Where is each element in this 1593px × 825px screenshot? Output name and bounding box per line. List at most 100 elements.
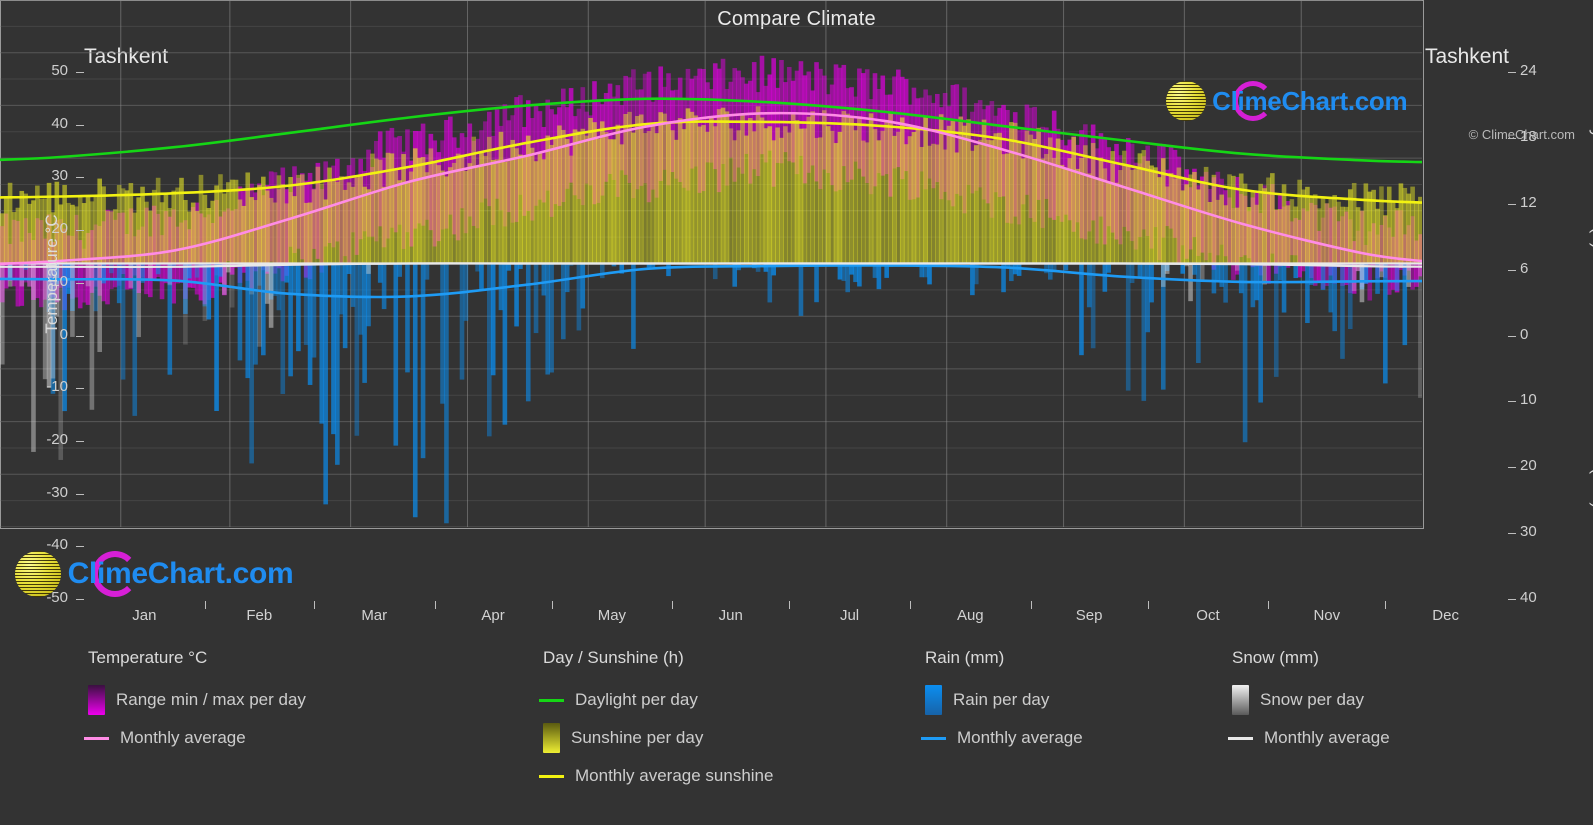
legend-column-title: Day / Sunshine (h) (543, 648, 684, 667)
y-tickmark-left (76, 546, 84, 548)
legend-column-title: Snow (mm) (1232, 648, 1319, 667)
y-axis-title-right-bottom: Rain / Snow (mm) (1589, 371, 1593, 509)
y-tickmark-right (1508, 599, 1516, 600)
y-tickmark-left (76, 72, 84, 73)
x-tickmark (1385, 601, 1387, 609)
climechart-logo-bottom[interactable]: ClimeChart.com (14, 551, 417, 597)
y-axis-title-right-top: Day / Sunshine (h) (1589, 107, 1593, 249)
legend-item[interactable]: Range min / max per day (88, 681, 306, 719)
legend-item[interactable]: Monthly average (921, 719, 1083, 757)
y-tickmark-right (1508, 203, 1516, 205)
legend-item-label: Snow per day (1260, 690, 1364, 709)
x-tick-oct: Oct (1196, 607, 1220, 624)
x-tick-nov: Nov (1313, 607, 1341, 624)
y-tickmark-left (76, 335, 84, 337)
logo-globe-icon (1166, 81, 1207, 121)
y-tickmark-left (76, 493, 84, 495)
y-tick-left: -20 (46, 430, 68, 448)
y-tick-right-bottom: 40 (1520, 589, 1537, 606)
legend-item-label: Monthly average (957, 728, 1083, 747)
y-tick-right-bottom: 10 (1520, 391, 1537, 409)
copyright-text: © ClimeChart.com (1468, 127, 1575, 142)
x-tick-apr: Apr (481, 607, 505, 624)
legend-item-label: Sunshine per day (571, 728, 704, 747)
legend-swatch (1232, 685, 1249, 715)
y-tickmark-right (1508, 401, 1516, 403)
legend-item[interactable]: Monthly average sunshine (539, 757, 774, 795)
legend-column-title: Temperature °C (88, 648, 208, 667)
x-tick-aug: Aug (956, 607, 984, 624)
x-tick-mar: Mar (361, 607, 388, 624)
legend-item[interactable]: Daylight per day (539, 681, 773, 719)
legend-item[interactable]: Monthly average (1228, 719, 1390, 757)
x-tickmark (434, 601, 436, 609)
x-tickmark (551, 601, 553, 609)
climechart-logo-top[interactable]: ClimeChart.com (1166, 81, 1514, 121)
legend-item-label: Range min / max per day (116, 690, 306, 709)
x-tick-feb: Feb (246, 607, 273, 624)
y-tickmark-right (1508, 269, 1516, 271)
legend-item[interactable]: Sunshine per day (543, 719, 773, 757)
x-tick-jan: Jan (132, 607, 157, 624)
y-tickmark-right (1508, 467, 1516, 469)
legend-item-label: Monthly average sunshine (575, 766, 774, 785)
legend-column-snow-mm: Snow (mm) Snow per day Monthly average (1228, 648, 1390, 757)
legend-swatch (925, 685, 942, 715)
x-tickmark (204, 601, 206, 609)
x-tick-jun: Jun (718, 607, 743, 624)
x-tickmark (1147, 601, 1149, 609)
y-tickmark-right (1508, 533, 1516, 535)
legend-line-marker (84, 736, 109, 740)
y-tickmark-left (76, 124, 84, 126)
logo-globe-icon (14, 551, 61, 597)
x-tick-sep: Sep (1075, 607, 1103, 624)
y-tick-right-top: 6 (1520, 259, 1529, 277)
y-axis-title-left: Temperature °C (42, 214, 61, 334)
x-tickmark (672, 601, 674, 609)
y-tickmark-left (76, 388, 84, 390)
legend-line-marker (539, 774, 564, 778)
y-tick-right-bottom: 20 (1520, 457, 1537, 475)
y-tick-right-top: 0 (1520, 325, 1529, 343)
legend-column-title: Rain (mm) (925, 648, 1005, 667)
legend-item[interactable]: Monthly average (84, 719, 306, 757)
climate-chart-page: Compare Climate Tashkent Tashkent 50 40 30… (0, 0, 1593, 825)
legend-column-rain-mm: Rain (mm) Rain per day Monthly average (921, 648, 1083, 757)
y-tickmark-right (1508, 72, 1516, 73)
city-label-right: Tashkent (1424, 45, 1509, 68)
legend-item-label: Monthly average (1264, 728, 1390, 747)
y-tickmark-left (76, 282, 84, 284)
y-tickmark-left (76, 230, 84, 232)
y-tick-left: -30 (46, 483, 68, 501)
logo-text: ClimeChart.com (67, 557, 294, 590)
legend-line-marker (539, 698, 564, 702)
y-tick-left: -10 (46, 378, 68, 396)
x-tick-may: May (597, 607, 627, 624)
y-tick-right-bottom: 30 (1520, 523, 1537, 541)
x-tickmark (1030, 601, 1032, 609)
y-tick-left: -40 (46, 536, 68, 554)
legend-item[interactable]: Rain per day (925, 681, 1083, 719)
x-tickmark (1268, 601, 1270, 609)
chart-plot-area[interactable] (0, 0, 1424, 529)
x-tick-jul: Jul (839, 607, 860, 624)
y-tickmark-left (76, 599, 84, 600)
rain-bars (7, 263, 1408, 524)
y-tickmark-left (76, 440, 84, 442)
x-tickmark (789, 601, 791, 609)
legend-item[interactable]: Snow per day (1232, 681, 1390, 719)
legend-item-label: Monthly average (120, 728, 246, 747)
x-tickmark (909, 601, 911, 609)
legend-swatch (543, 723, 560, 753)
chart-canvas (0, 0, 1422, 527)
x-tickmark (313, 601, 315, 609)
legend-line-marker (1228, 736, 1253, 740)
y-tick-right-top: 24 (1520, 62, 1537, 79)
y-tick-left: 40 (51, 114, 68, 132)
legend-item-label: Daylight per day (575, 690, 698, 709)
logo-text: ClimeChart.com (1212, 85, 1408, 116)
legend-column-day-sunshine-h: Day / Sunshine (h) Daylight per day Sunshi… (539, 648, 774, 795)
legend-swatch (88, 685, 105, 715)
legend-column-temperature-c: Temperature °C Range min / max per day Mon… (84, 648, 306, 757)
x-tick-dec: Dec (1432, 607, 1459, 624)
